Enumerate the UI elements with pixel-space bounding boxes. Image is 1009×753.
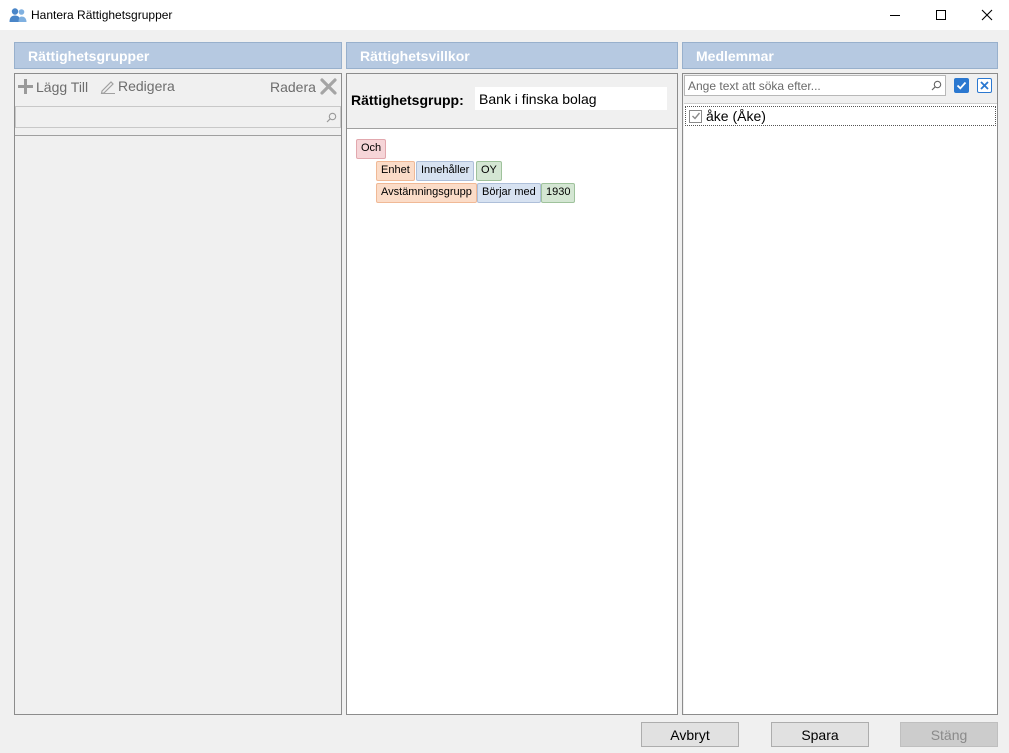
check-icon [956, 81, 967, 90]
member-name: åke (Åke) [706, 108, 766, 124]
pencil-icon [100, 81, 115, 94]
add-button-label: Lägg Till [36, 78, 89, 95]
cancel-button[interactable]: Avbryt [641, 722, 739, 747]
search-icon [931, 80, 942, 91]
rights-groups-list[interactable] [15, 135, 341, 714]
members-search-input[interactable] [685, 76, 925, 95]
rights-groups-toolbar: Lägg Till Redigera Radera [15, 74, 342, 102]
rights-groups-search-input[interactable] [16, 107, 316, 125]
minimize-icon [890, 15, 900, 16]
edit-button-label: Redigera [118, 78, 175, 94]
window-title: Hantera Rättighetsgrupper [31, 8, 173, 22]
rights-conditions-header: Rättighetsvillkor [346, 42, 678, 69]
deselect-all-button[interactable] [977, 78, 992, 93]
maximize-button[interactable] [918, 0, 964, 30]
members-search[interactable] [684, 75, 946, 96]
select-all-button[interactable] [954, 78, 969, 93]
maximize-icon [936, 10, 946, 20]
close-icon [981, 9, 993, 21]
rule-value-chip[interactable]: 1930 [541, 183, 576, 203]
check-icon [691, 112, 700, 120]
delete-x-icon [320, 78, 337, 95]
delete-button[interactable]: Radera [270, 78, 337, 95]
list-item[interactable]: åke (Åke) [685, 106, 996, 126]
rule-field-chip[interactable]: Avstämningsgrupp [376, 183, 477, 203]
close-icon [980, 81, 989, 90]
rights-group-row: Rättighetsgrupp: [347, 74, 677, 128]
rule-value-chip[interactable]: OY [476, 161, 502, 181]
rights-group-name-field[interactable] [475, 87, 667, 110]
rights-groups-header: Rättighetsgrupper [14, 42, 342, 69]
title-bar[interactable]: Hantera Rättighetsgrupper [0, 0, 1009, 30]
close-window-button[interactable] [964, 0, 1009, 30]
users-icon [9, 8, 27, 22]
rule-comparator-chip[interactable]: Börjar med [477, 183, 541, 203]
rule-comparator-chip[interactable]: Innehåller [416, 161, 475, 181]
plus-icon [18, 79, 33, 94]
members-list[interactable]: åke (Åke) [684, 103, 997, 714]
members-header: Medlemmar [682, 42, 998, 69]
search-icon [326, 112, 337, 123]
delete-button-label: Radera [270, 78, 316, 95]
member-checkbox[interactable] [689, 109, 702, 123]
minimize-button[interactable] [872, 0, 918, 30]
save-button[interactable]: Spara [771, 722, 869, 747]
rule-field-chip[interactable]: Enhet [376, 161, 415, 181]
rights-groups-search[interactable] [15, 106, 341, 128]
conditions-tree[interactable]: Och Enhet Innehåller OY Avstämningsgrupp… [347, 128, 677, 714]
add-button[interactable]: Lägg Till [17, 78, 88, 95]
close-button[interactable]: Stäng [900, 722, 998, 747]
edit-button[interactable]: Redigera [100, 78, 175, 94]
operator-chip[interactable]: Och [356, 139, 387, 159]
rights-group-label: Rättighetsgrupp: [351, 92, 464, 108]
